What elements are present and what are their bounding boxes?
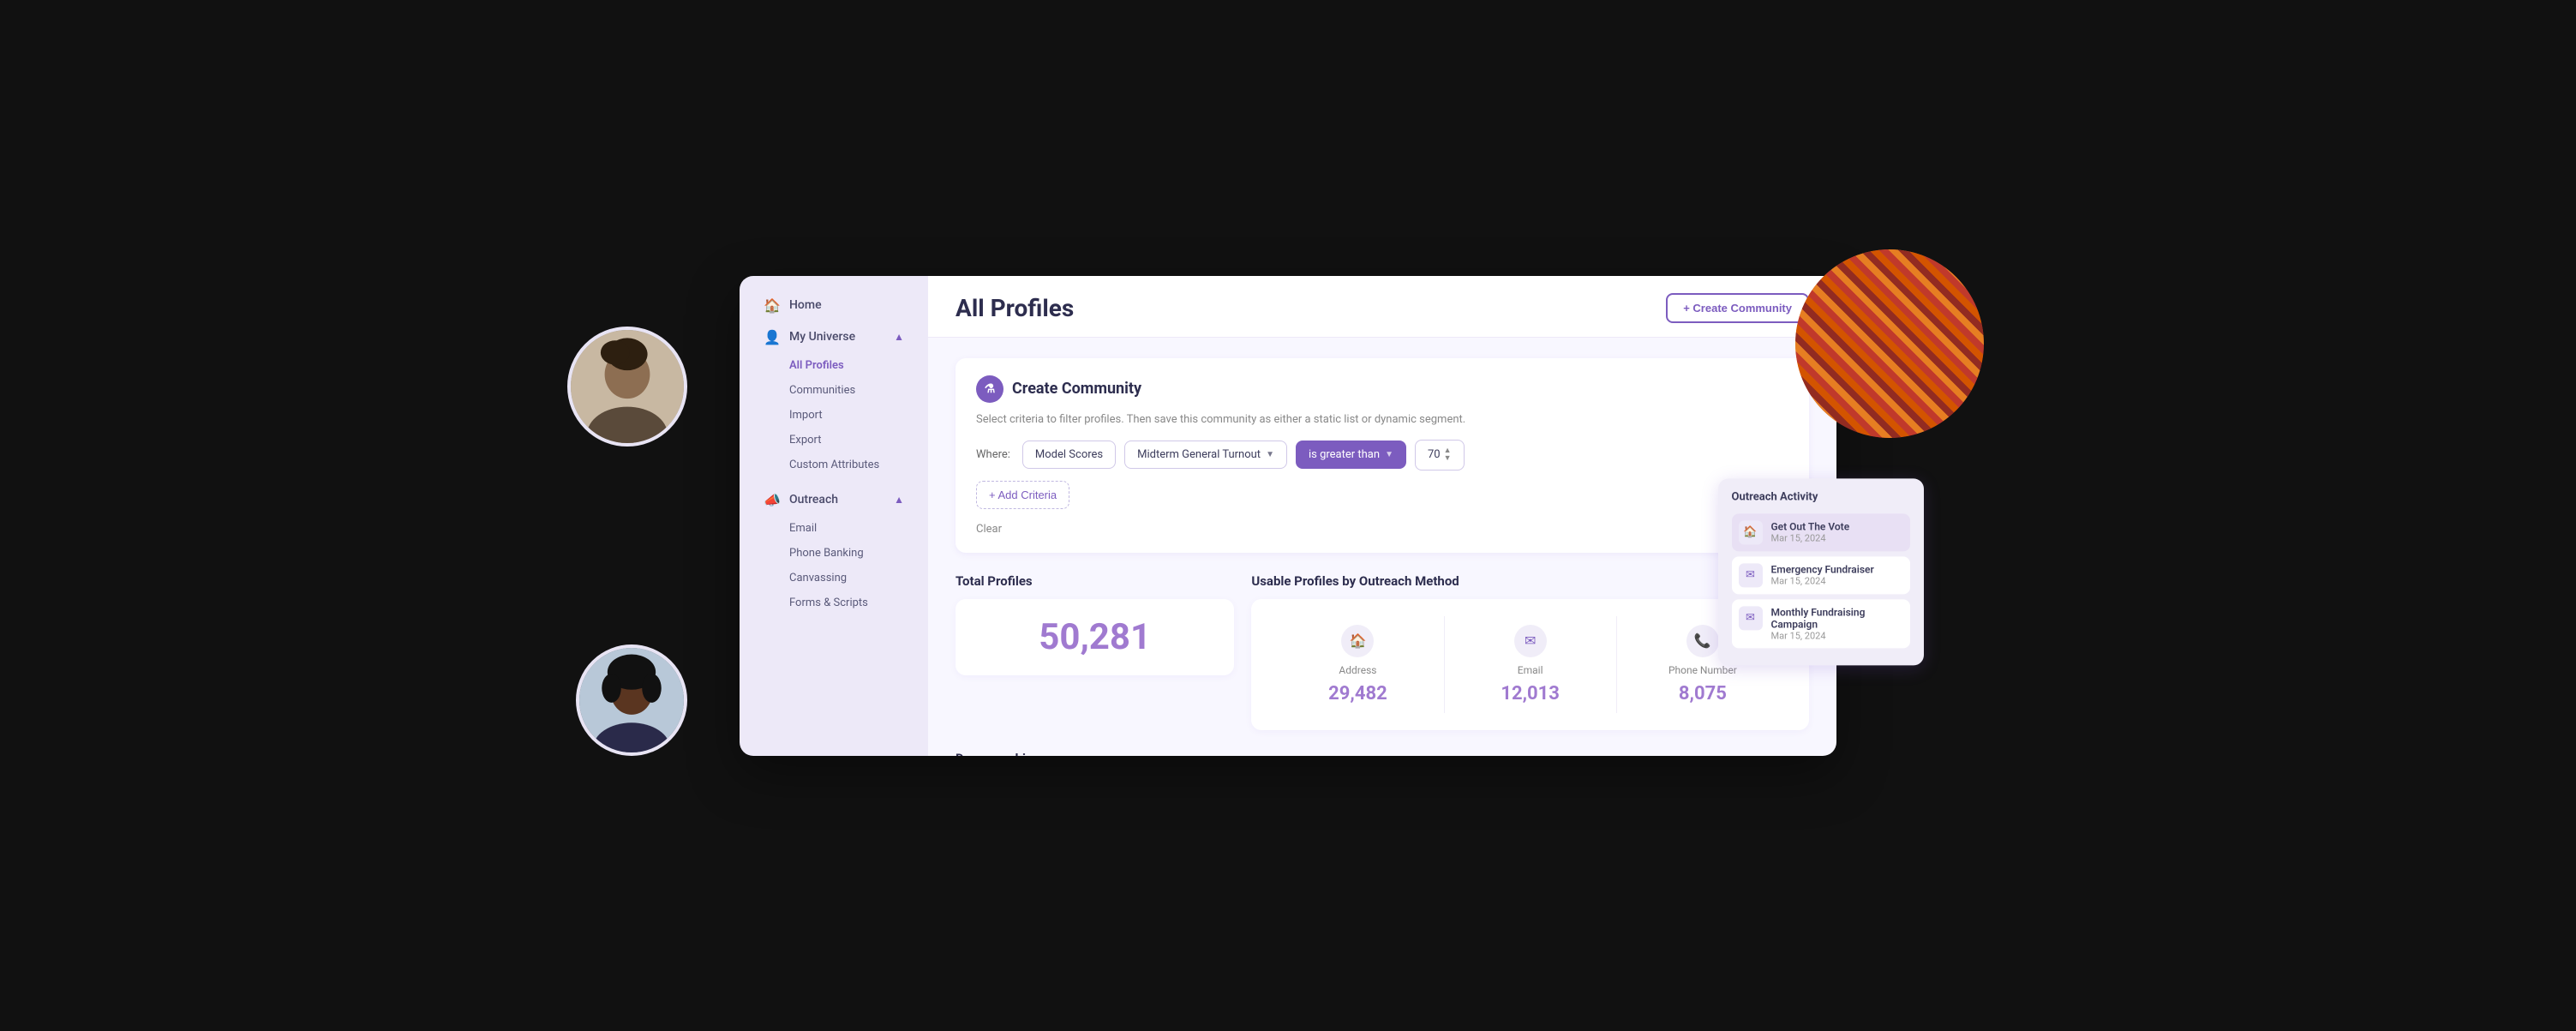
email-method: ✉ Email 12,013 — [1445, 616, 1617, 713]
filter-metric-label: Midterm General Turnout — [1137, 448, 1261, 461]
demographics-title: Demographics — [956, 751, 1809, 756]
chevron-down-icon: ▲ — [894, 494, 904, 506]
sidebar: 🏠 Home 👤 My Universe ▲ All Profiles Comm… — [740, 276, 928, 756]
panel-title: Outreach Activity — [1732, 490, 1910, 503]
universe-icon: 👤 — [764, 329, 781, 345]
sidebar-custom-attrs-label: Custom Attributes — [789, 459, 879, 471]
sidebar-import-label: Import — [789, 409, 823, 422]
where-label: Where: — [976, 448, 1010, 461]
total-profiles-value: 50,281 — [1039, 616, 1151, 658]
sidebar-export-label: Export — [789, 434, 822, 447]
filter-type-chip[interactable]: Model Scores — [1022, 441, 1116, 469]
total-profiles-section: Total Profiles 50,281 — [956, 573, 1234, 730]
sidebar-communities-label: Communities — [789, 384, 855, 397]
phone-label: Phone Number — [1668, 664, 1737, 676]
sidebar-universe-label: My Universe — [789, 330, 855, 344]
outreach-item-1-title: Get Out The Vote — [1771, 520, 1850, 532]
sidebar-sub-email[interactable]: Email — [746, 517, 921, 540]
page-title: All Profiles — [956, 294, 1074, 322]
main-content: All Profiles + Create Community ⚗ Create… — [928, 276, 1836, 756]
email-value: 12,013 — [1501, 683, 1560, 704]
sidebar-sub-canvassing[interactable]: Canvassing — [746, 566, 921, 590]
outreach-activity-panel: Outreach Activity 🏠 Get Out The Vote Mar… — [1718, 478, 1924, 665]
filter-operator-caret: ▼ — [1385, 450, 1393, 459]
outreach-item-2-text: Emergency Fundraiser Mar 15, 2024 — [1771, 563, 1874, 586]
sidebar-sub-custom-attrs[interactable]: Custom Attributes — [746, 453, 921, 477]
outreach-item-1-text: Get Out The Vote Mar 15, 2024 — [1771, 520, 1850, 543]
outreach-item-3-text: Monthly Fundraising Campaign Mar 15, 202… — [1771, 606, 1903, 641]
outreach-item-2[interactable]: ✉ Emergency Fundraiser Mar 15, 2024 — [1732, 556, 1910, 594]
outreach-item-2-date: Mar 15, 2024 — [1771, 575, 1874, 586]
address-method: 🏠 Address 29,482 — [1272, 616, 1444, 713]
sidebar-item-my-universe[interactable]: 👤 My Universe ▲ — [746, 322, 921, 352]
create-community-btn-label: + Create Community — [1683, 302, 1792, 315]
sidebar-canvassing-label: Canvassing — [789, 572, 847, 584]
create-community-card-title: Create Community — [1012, 380, 1141, 398]
total-profiles-title: Total Profiles — [956, 573, 1234, 589]
app-container: 🏠 Home 👤 My Universe ▲ All Profiles Comm… — [740, 276, 1836, 756]
outreach-item-1[interactable]: 🏠 Get Out The Vote Mar 15, 2024 — [1732, 513, 1910, 551]
phone-value: 8,075 — [1679, 683, 1727, 704]
sidebar-home-label: Home — [789, 298, 822, 312]
email-icon: ✉ — [1514, 625, 1547, 657]
sidebar-item-home[interactable]: 🏠 Home — [746, 291, 921, 321]
filter-row: Where: Model Scores Midterm General Turn… — [976, 440, 1788, 471]
outreach-item-1-date: Mar 15, 2024 — [1771, 532, 1850, 543]
aerial-photo-decoration — [1795, 249, 1984, 438]
sidebar-phone-banking-label: Phone Banking — [789, 547, 864, 560]
add-criteria-label: + Add Criteria — [989, 489, 1057, 501]
filter-value-input[interactable]: 70 ▲ ▼ — [1415, 440, 1465, 471]
sidebar-email-label: Email — [789, 522, 817, 535]
outreach-item-3-title: Monthly Fundraising Campaign — [1771, 606, 1903, 630]
outreach-item-3-icon: ✉ — [1739, 606, 1763, 630]
sidebar-outreach-label: Outreach — [789, 493, 838, 507]
add-criteria-button[interactable]: + Add Criteria — [976, 481, 1069, 509]
create-community-card: ⚗ Create Community Select criteria to fi… — [956, 358, 1809, 553]
filter-metric-caret: ▼ — [1266, 450, 1274, 459]
filter-operator-chip[interactable]: is greater than ▼ — [1296, 441, 1406, 469]
sidebar-sub-phone-banking[interactable]: Phone Banking — [746, 542, 921, 565]
add-criteria-row: + Add Criteria — [976, 481, 1788, 509]
total-profiles-card: 50,281 — [956, 599, 1234, 675]
avatar-person-2 — [576, 644, 687, 756]
address-value: 29,482 — [1328, 683, 1387, 704]
card-title-row: ⚗ Create Community — [976, 375, 1788, 403]
outreach-item-2-icon: ✉ — [1739, 563, 1763, 587]
stats-section: Total Profiles 50,281 Usable Profiles by… — [956, 573, 1809, 730]
address-label: Address — [1339, 664, 1376, 676]
content-area: ⚗ Create Community Select criteria to fi… — [928, 338, 1836, 756]
chevron-up-icon: ▲ — [894, 331, 904, 343]
number-spinner-arrows: ▲ ▼ — [1444, 447, 1452, 463]
sidebar-item-outreach[interactable]: 📣 Outreach ▲ — [746, 485, 921, 515]
phone-icon: 📞 — [1686, 625, 1719, 657]
sidebar-all-profiles-label: All Profiles — [789, 359, 844, 372]
outreach-item-2-title: Emergency Fundraiser — [1771, 563, 1874, 575]
sidebar-sub-all-profiles[interactable]: All Profiles — [746, 354, 921, 377]
sidebar-sub-forms-scripts[interactable]: Forms & Scripts — [746, 591, 921, 614]
sidebar-sub-communities[interactable]: Communities — [746, 379, 921, 402]
clear-link[interactable]: Clear — [976, 523, 1002, 536]
outreach-icon: 📣 — [764, 492, 781, 508]
filter-operator-label: is greater than — [1309, 448, 1380, 461]
filter-type-label: Model Scores — [1035, 448, 1103, 461]
create-community-button[interactable]: + Create Community — [1666, 293, 1809, 323]
sidebar-sub-import[interactable]: Import — [746, 404, 921, 427]
sidebar-forms-scripts-label: Forms & Scripts — [789, 596, 868, 609]
page-header: All Profiles + Create Community — [928, 276, 1836, 338]
address-icon: 🏠 — [1341, 625, 1374, 657]
outreach-item-3-date: Mar 15, 2024 — [1771, 630, 1903, 641]
create-community-subtitle: Select criteria to filter profiles. Then… — [976, 413, 1788, 426]
sidebar-sub-export[interactable]: Export — [746, 429, 921, 452]
filter-metric-chip[interactable]: Midterm General Turnout ▼ — [1124, 441, 1287, 469]
demographics-section: Demographics — [956, 751, 1809, 756]
avatar-person-1 — [567, 327, 687, 447]
funnel-icon: ⚗ — [976, 375, 1003, 403]
home-icon: 🏠 — [764, 297, 781, 314]
filter-number-value: 70 — [1428, 448, 1441, 461]
email-label: Email — [1518, 664, 1543, 676]
outreach-item-1-icon: 🏠 — [1739, 520, 1763, 544]
outreach-item-3[interactable]: ✉ Monthly Fundraising Campaign Mar 15, 2… — [1732, 599, 1910, 648]
